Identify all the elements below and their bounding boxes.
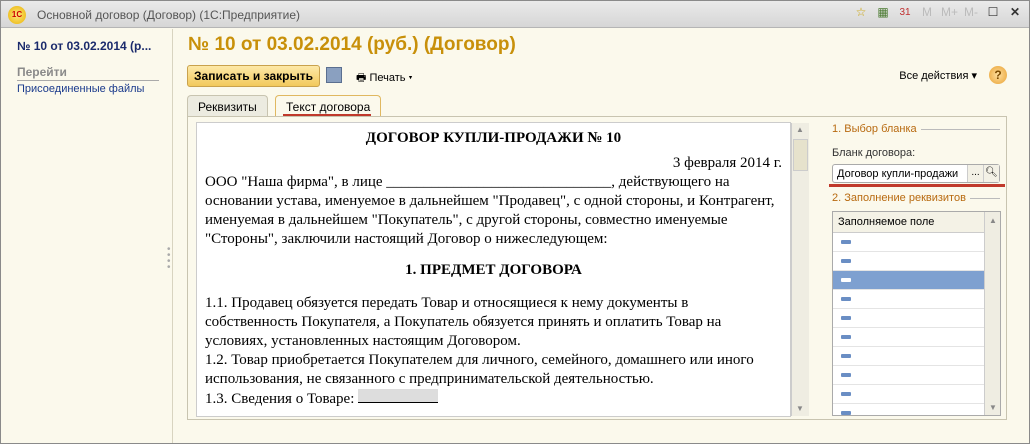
close-icon[interactable]: ✕ [1007, 5, 1023, 19]
scroll-thumb[interactable] [793, 139, 808, 171]
column-header[interactable]: Заполняемое поле [833, 212, 985, 233]
table-row[interactable] [833, 385, 985, 404]
table-row-selected[interactable] [833, 271, 985, 290]
field-icon [841, 411, 851, 415]
template-field-value: Договор купли-продажи [837, 168, 959, 180]
table-row[interactable] [833, 404, 985, 415]
table-row[interactable] [833, 309, 985, 328]
window-title: Основной договор (Договор) (1С:Предприят… [37, 8, 300, 22]
scroll-down-icon[interactable]: ▼ [985, 401, 1000, 415]
doc-paragraph: 1.1. Продавец обязуется передать Товар и… [205, 295, 722, 349]
doc-title: ДОГОВОР КУПЛИ-ПРОДАЖИ № 10 [365, 130, 622, 146]
field-icon [841, 354, 851, 358]
tab-requisites[interactable]: Реквизиты [187, 95, 268, 117]
table-row[interactable] [833, 366, 985, 385]
group-template-choice: 1. Выбор бланка [832, 123, 1000, 135]
fields-table[interactable]: Заполняемое поле ▲ ▼ [832, 211, 1001, 416]
all-actions-label: Все действия [899, 70, 969, 82]
template-field-label: Бланк договора: [832, 147, 916, 159]
maximize-icon[interactable]: ☐ [985, 5, 1001, 19]
doc-scrollbar[interactable]: ▲ ▼ [791, 123, 809, 416]
memory-plus-button[interactable]: M+ [941, 5, 958, 19]
splitter-handle[interactable]: • • • • [167, 245, 171, 273]
scroll-up-icon[interactable]: ▲ [792, 123, 808, 137]
table-row[interactable] [833, 233, 985, 252]
page-title: № 10 от 03.02.2014 (руб.) (Договор) [188, 34, 516, 55]
doc-intro: ООО "Наша фирма", в лице _______________… [205, 174, 775, 247]
memory-minus-button[interactable]: M- [963, 5, 979, 19]
doc-section-heading: 1. ПРЕДМЕТ ДОГОВОРА [405, 262, 582, 278]
nav-title: № 10 от 03.02.2014 (р... [17, 39, 152, 53]
print-label: Печать [369, 72, 406, 84]
favorites-icon[interactable]: ☆ [853, 5, 869, 19]
field-icon [841, 316, 851, 320]
table-scrollbar[interactable]: ▲ ▼ [984, 212, 1000, 415]
help-button[interactable]: ? [989, 66, 1007, 84]
field-icon [841, 278, 851, 282]
nav-goto-header: Перейти [17, 65, 159, 81]
app-logo-icon: 1С [8, 6, 26, 24]
contract-document[interactable]: ДОГОВОР КУПЛИ-ПРОДАЖИ № 10 3 февраля 201… [196, 122, 791, 417]
scroll-up-icon[interactable]: ▲ [985, 214, 1000, 228]
field-icon [841, 297, 851, 301]
table-row[interactable] [833, 252, 985, 271]
choose-button[interactable]: ... [967, 165, 983, 182]
search-icon[interactable]: 🔍︎ [983, 165, 999, 182]
window: 1С Основной договор (Договор) (1С:Предпр… [0, 0, 1030, 444]
memory-m-button[interactable]: M [919, 5, 935, 19]
field-icon [841, 240, 851, 244]
save-and-close-button[interactable]: Записать и закрыть [187, 65, 320, 87]
navigation-panel: № 10 от 03.02.2014 (р... Перейти Присоед… [1, 29, 173, 443]
table-row[interactable] [833, 290, 985, 309]
calendar-icon[interactable]: 31 [897, 7, 913, 18]
attached-files-link[interactable]: Присоединенные файлы [17, 83, 144, 95]
doc-paragraph: 1.3. Сведения о Товаре: [205, 389, 782, 409]
field-icon [841, 335, 851, 339]
save-icon[interactable] [326, 67, 342, 83]
calculator-icon[interactable]: ▦ [875, 5, 891, 19]
field-underline [829, 184, 1005, 187]
printer-icon: 🖶 [356, 72, 370, 84]
all-actions-button[interactable]: Все действия ▾ [899, 69, 977, 82]
table-row[interactable] [833, 347, 985, 366]
field-icon [841, 259, 851, 263]
title-bar: 1С Основной договор (Договор) (1С:Предпр… [1, 1, 1029, 28]
print-button[interactable]: 🖶 Печать ▾ [356, 69, 413, 88]
table-row[interactable] [833, 328, 985, 347]
field-icon [841, 373, 851, 377]
field-icon [841, 392, 851, 396]
scroll-down-icon[interactable]: ▼ [792, 402, 808, 416]
group-fill-requisites: 2. Заполнение реквизитов [832, 192, 1000, 204]
template-field[interactable]: Договор купли-продажи ... 🔍︎ [832, 164, 1000, 183]
doc-paragraph: 1.2. Товар приобретается Покупателем для… [205, 352, 754, 387]
doc-date: 3 февраля 2014 г. [672, 155, 782, 171]
